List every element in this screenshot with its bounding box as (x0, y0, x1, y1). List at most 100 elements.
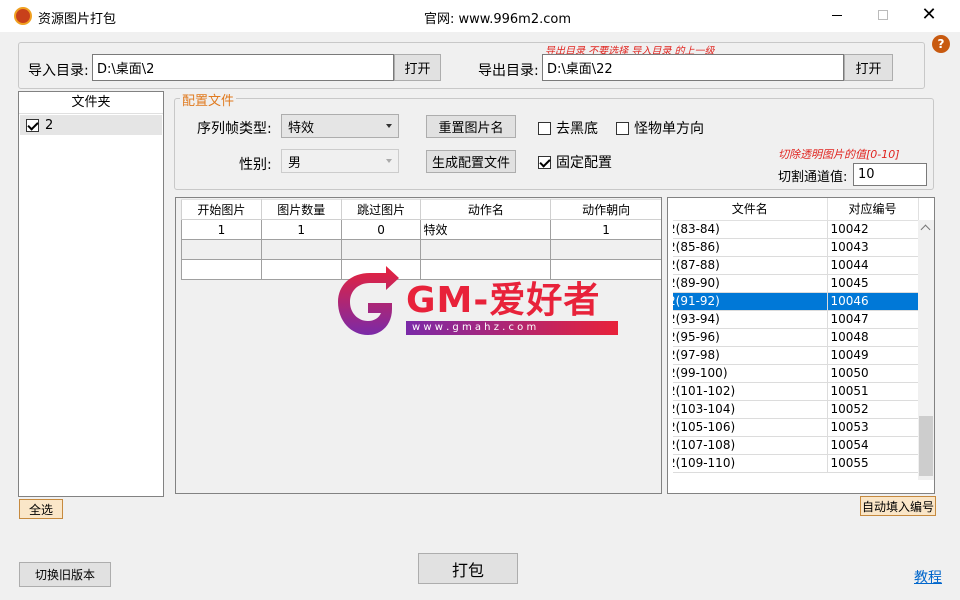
table-cell[interactable]: 10046 (827, 292, 919, 311)
remove-black-checkbox[interactable] (538, 121, 551, 135)
table-row[interactable]: 2(93-94) 10047 (673, 310, 919, 329)
col-header[interactable]: 对应编号 (827, 198, 919, 221)
auto-fill-button[interactable]: 自动填入编号 (860, 496, 936, 516)
table-cell[interactable]: 2(95-96) (673, 328, 828, 347)
col-header[interactable]: 开始图片 (181, 199, 262, 220)
generate-config-button[interactable]: 生成配置文件 (426, 150, 516, 173)
import-open-button[interactable]: 打开 (394, 54, 441, 81)
table-cell[interactable]: 2(85-86) (673, 238, 828, 257)
table-cell[interactable]: 2(101-102) (673, 382, 828, 401)
table-row[interactable] (181, 239, 661, 260)
clip-value-input[interactable]: 10 (853, 163, 927, 186)
reset-names-button[interactable]: 重置图片名 (426, 115, 516, 138)
table-row[interactable]: 2(87-88) 10044 (673, 256, 919, 275)
table-cell[interactable]: 2(109-110) (673, 454, 828, 473)
table-cell[interactable] (260, 239, 342, 260)
table-row[interactable]: 2(101-102) 10051 (673, 382, 919, 401)
table-row[interactable]: 2(109-110) 10055 (673, 454, 919, 473)
col-header[interactable]: 图片数量 (260, 199, 342, 220)
table-row[interactable]: 2(107-108) 10054 (673, 436, 919, 455)
watermark-logo: GM-爱好者 w w w . g m a h z . c o m (336, 265, 621, 340)
tutorial-link[interactable]: 教程 (914, 567, 942, 587)
table-cell[interactable]: 特效 (420, 219, 552, 240)
table-cell[interactable] (181, 239, 262, 260)
table-cell[interactable]: 10047 (827, 310, 919, 329)
table-cell[interactable]: 2(103-104) (673, 400, 828, 419)
table-cell[interactable]: 2(105-106) (673, 418, 828, 437)
table-cell[interactable]: 10053 (827, 418, 919, 437)
table-cell[interactable]: 10044 (827, 256, 919, 275)
export-path-input[interactable]: D:\桌面\22 (542, 54, 844, 81)
table-cell[interactable]: 10049 (827, 346, 919, 365)
switch-old-version-button[interactable]: 切换旧版本 (19, 562, 111, 587)
col-header[interactable]: 跳过图片 (340, 199, 422, 220)
fixed-config-option[interactable]: 固定配置 (538, 152, 612, 172)
export-open-button[interactable]: 打开 (844, 54, 893, 81)
table-cell[interactable]: 10054 (827, 436, 919, 455)
table-row[interactable]: 1 1 0 特效 1 (181, 219, 661, 240)
table-row[interactable]: 2(105-106) 10053 (673, 418, 919, 437)
table-row[interactable]: 2(89-90) 10045 (673, 274, 919, 293)
action-table-panel: 开始图片 图片数量 跳过图片 动作名 动作朝向 1 1 0 特效 1 (175, 197, 662, 494)
monster-dir-checkbox[interactable] (616, 121, 629, 135)
watermark-url: w w w . g m a h z . c o m (412, 322, 537, 333)
table-row[interactable]: 2(99-100) 10050 (673, 364, 919, 383)
table-cell[interactable] (340, 239, 422, 260)
seq-type-value: 特效 (288, 120, 315, 136)
table-cell[interactable]: 2(91-92) (673, 292, 828, 311)
pack-button[interactable]: 打包 (418, 553, 518, 584)
table-cell[interactable] (181, 259, 262, 280)
fixed-config-checkbox[interactable] (538, 155, 551, 169)
table-row[interactable]: 2(85-86) 10043 (673, 238, 919, 257)
table-row[interactable]: 2(95-96) 10048 (673, 328, 919, 347)
clip-hint: 切除透明图片的值[0-10] (778, 148, 900, 161)
col-header[interactable]: 文件名 (673, 198, 828, 221)
col-header[interactable]: 动作朝向 (550, 199, 661, 220)
table-cell[interactable]: 2(87-88) (673, 256, 828, 275)
table-cell[interactable]: 2(107-108) (673, 436, 828, 455)
table-cell[interactable]: 10051 (827, 382, 919, 401)
table-cell[interactable]: 2(97-98) (673, 346, 828, 365)
file-scrollbar[interactable] (918, 220, 934, 480)
table-cell[interactable]: 10050 (827, 364, 919, 383)
folder-checkbox[interactable] (26, 118, 39, 132)
title-bar: 资源图片打包 官网: www.996m2.com ✕ (0, 0, 960, 32)
gender-value: 男 (288, 155, 302, 171)
table-cell[interactable] (260, 259, 342, 280)
remove-black-option[interactable]: 去黑底 (538, 118, 598, 138)
table-cell[interactable]: 10045 (827, 274, 919, 293)
select-all-button[interactable]: 全选 (19, 499, 63, 519)
table-cell[interactable]: 10055 (827, 454, 919, 473)
table-cell[interactable]: 10042 (827, 220, 919, 239)
close-icon[interactable]: ✕ (917, 4, 941, 26)
seq-type-select[interactable]: 特效 (281, 114, 399, 138)
table-cell[interactable]: 1 (260, 219, 342, 240)
table-cell[interactable]: 10043 (827, 238, 919, 257)
table-row[interactable]: 2(83-84) 10042 (673, 220, 919, 239)
minimize-icon[interactable] (832, 15, 842, 16)
import-path-input[interactable]: D:\桌面\2 (92, 54, 394, 81)
folder-item[interactable]: 2 (20, 115, 162, 135)
table-cell[interactable]: 1 (181, 219, 262, 240)
col-header[interactable]: 动作名 (420, 199, 552, 220)
table-row[interactable]: 2(103-104) 10052 (673, 400, 919, 419)
table-cell[interactable] (420, 239, 552, 260)
table-cell[interactable]: 2(99-100) (673, 364, 828, 383)
table-cell[interactable]: 10052 (827, 400, 919, 419)
table-row[interactable]: 2(91-92) 10046 (673, 292, 919, 311)
table-cell[interactable]: 2(83-84) (673, 220, 828, 239)
table-cell[interactable]: 1 (550, 219, 661, 240)
monster-dir-option[interactable]: 怪物单方向 (616, 118, 704, 138)
table-row[interactable]: 2(97-98) 10049 (673, 346, 919, 365)
gender-select[interactable]: 男 (281, 149, 399, 173)
file-table-panel: 文件名 对应编号 2(83-84) 10042 2(85-86) 10043 2(87-… (667, 197, 935, 494)
table-cell[interactable]: 2(93-94) (673, 310, 828, 329)
remove-black-label: 去黑底 (556, 121, 598, 137)
table-cell[interactable]: 2(89-90) (673, 274, 828, 293)
help-icon[interactable]: ? (932, 35, 950, 53)
scroll-thumb[interactable] (919, 416, 933, 476)
table-cell[interactable]: 0 (340, 219, 422, 240)
scroll-up-icon[interactable] (920, 224, 931, 235)
table-cell[interactable] (550, 239, 661, 260)
table-cell[interactable]: 10048 (827, 328, 919, 347)
